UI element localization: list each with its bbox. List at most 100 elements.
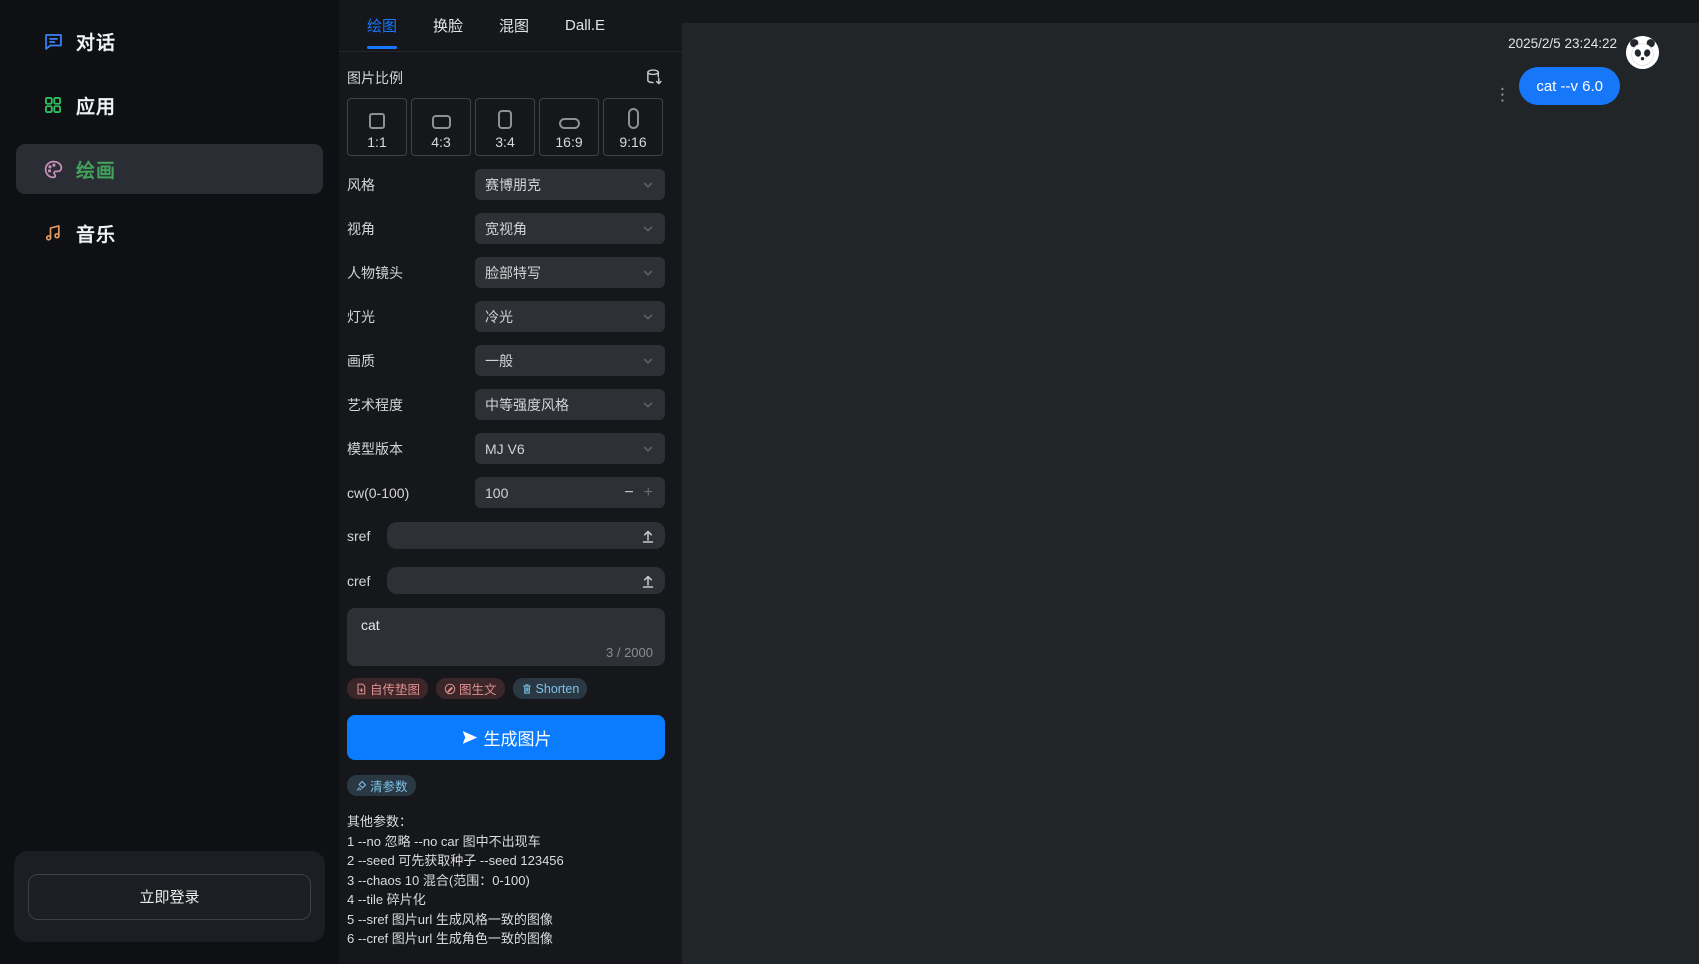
help-line: 4 --tile 碎片化 (347, 890, 665, 910)
ratio-button-4-3[interactable]: 4:3 (411, 98, 471, 156)
upload-icon[interactable] (640, 528, 656, 544)
help-line: 6 --cref 图片url 生成角色一致的图像 (347, 929, 665, 949)
ratio-shape-icon (432, 115, 451, 129)
tab-mix-image[interactable]: 混图 (499, 0, 529, 52)
paper-plane-icon (461, 729, 478, 746)
chevron-down-icon (641, 178, 655, 192)
field-row-cw: cw(0-100) 100 − + (347, 477, 665, 508)
chevron-down-icon (641, 442, 655, 456)
chat-area: 2025/2/5 23:24:22 ⋮ cat --v 6.0 (682, 0, 1699, 964)
sref-label: sref (347, 528, 387, 544)
aspect-ratio-group: 1:1 4:3 3:4 16:9 9:16 (347, 98, 665, 156)
help-line: 5 --sref 图片url 生成风格一致的图像 (347, 910, 665, 930)
field-label: 风格 (347, 175, 475, 195)
tab-face-swap[interactable]: 换脸 (433, 0, 463, 52)
prompt-value: cat (361, 617, 653, 633)
sidebar-item-label: 对话 (76, 28, 116, 55)
character-shot-select[interactable]: 脸部特写 (475, 257, 665, 288)
view-angle-select[interactable]: 宽视角 (475, 213, 665, 244)
sidebar-item-label: 音乐 (76, 220, 116, 247)
panel-tabs: 绘图 换脸 混图 Dall.E (339, 0, 682, 52)
sidebar-item-label: 绘画 (76, 156, 116, 183)
clear-params-tag[interactable]: 清参数 (347, 775, 416, 796)
field-row-artistic-level: 艺术程度 中等强度风格 (347, 389, 665, 420)
ratio-shape-icon (628, 108, 639, 129)
palette-icon (42, 158, 64, 180)
plus-icon[interactable]: + (644, 484, 653, 502)
tab-draw[interactable]: 绘图 (367, 0, 397, 52)
help-line: 2 --seed 可先获取种子 --seed 123456 (347, 851, 665, 871)
sidebar-item-apps[interactable]: 应用 (16, 80, 323, 130)
ratio-button-1-1[interactable]: 1:1 (347, 98, 407, 156)
document-plus-icon (355, 683, 367, 695)
prompt-textarea[interactable]: cat 3 / 2000 (347, 608, 665, 666)
clear-brush-icon (355, 780, 367, 792)
ratio-button-16-9[interactable]: 16:9 (539, 98, 599, 156)
artistic-level-select[interactable]: 中等强度风格 (475, 389, 665, 420)
upload-icon[interactable] (640, 573, 656, 589)
minus-icon[interactable]: − (624, 484, 633, 502)
panda-avatar-icon (1626, 36, 1659, 69)
other-params-help: 其他参数： 1 --no 忽略 --no car 图中不出现车 2 --seed… (347, 812, 665, 949)
field-label: 画质 (347, 351, 475, 371)
help-title: 其他参数： (347, 812, 665, 832)
tag-self-pad-image[interactable]: 自传垫图 (347, 678, 428, 699)
field-label: 人物镜头 (347, 263, 475, 283)
chevron-down-icon (641, 398, 655, 412)
field-row-lighting: 灯光 冷光 (347, 301, 665, 332)
tag-shorten[interactable]: Shorten (513, 678, 588, 699)
cw-stepper[interactable]: 100 − + (475, 477, 665, 508)
apps-grid-icon (42, 94, 64, 116)
chevron-down-icon (641, 222, 655, 236)
sidebar-item-music[interactable]: 音乐 (16, 208, 323, 258)
image-ratio-label: 图片比例 (347, 68, 403, 88)
cref-input[interactable] (387, 567, 665, 594)
model-version-select[interactable]: MJ V6 (475, 433, 665, 464)
cref-row: cref (347, 567, 665, 594)
help-line: 3 --chaos 10 混合(范围：0-100) (347, 871, 665, 891)
field-row-quality: 画质 一般 (347, 345, 665, 376)
tag-image-to-text[interactable]: 图生文 (436, 678, 505, 699)
ratio-button-9-16[interactable]: 9:16 (603, 98, 663, 156)
chevron-down-icon (641, 354, 655, 368)
sidebar: 对话 应用 绘画 (0, 0, 339, 964)
sref-input[interactable] (387, 522, 665, 549)
login-card: 立即登录 (14, 851, 325, 942)
lighting-select[interactable]: 冷光 (475, 301, 665, 332)
style-select[interactable]: 赛博朋克 (475, 169, 665, 200)
field-label: 模型版本 (347, 439, 475, 459)
sidebar-item-chat[interactable]: 对话 (16, 16, 323, 66)
tab-dalle[interactable]: Dall.E (565, 0, 605, 52)
ratio-shape-icon (369, 113, 385, 129)
user-avatar[interactable] (1626, 36, 1659, 69)
generate-image-button[interactable]: 生成图片 (347, 715, 665, 760)
shorten-icon (521, 683, 533, 695)
login-button[interactable]: 立即登录 (28, 874, 311, 920)
field-row-character-shot: 人物镜头 脸部特写 (347, 257, 665, 288)
help-line: 1 --no 忽略 --no car 图中不出现车 (347, 832, 665, 852)
preset-save-icon[interactable] (645, 68, 665, 88)
field-label: 灯光 (347, 307, 475, 327)
app-window: 对话 应用 绘画 (0, 0, 1699, 964)
chat-topbar (682, 0, 1699, 23)
field-row-view-angle: 视角 宽视角 (347, 213, 665, 244)
chat-bubble-icon (42, 30, 64, 52)
field-row-style: 风格 赛博朋克 (347, 169, 665, 200)
cw-label: cw(0-100) (347, 485, 475, 501)
panel-body: 图片比例 1:1 4:3 (339, 52, 682, 949)
chevron-down-icon (641, 310, 655, 324)
option-tags: 自传垫图 图生文 Shorten (347, 678, 665, 699)
ratio-button-3-4[interactable]: 3:4 (475, 98, 535, 156)
user-message-bubble: cat --v 6.0 (1519, 67, 1620, 105)
generation-panel: 绘图 换脸 混图 Dall.E 图片比例 (339, 0, 682, 964)
char-counter: 3 / 2000 (361, 645, 653, 660)
field-label: 视角 (347, 219, 475, 239)
pencil-circle-icon (444, 683, 456, 695)
field-label: 艺术程度 (347, 395, 475, 415)
field-row-model-version: 模型版本 MJ V6 (347, 433, 665, 464)
chevron-down-icon (641, 266, 655, 280)
quality-select[interactable]: 一般 (475, 345, 665, 376)
message-menu-icon[interactable]: ⋮ (1494, 86, 1511, 103)
cref-label: cref (347, 573, 387, 589)
sidebar-item-draw[interactable]: 绘画 (16, 144, 323, 194)
